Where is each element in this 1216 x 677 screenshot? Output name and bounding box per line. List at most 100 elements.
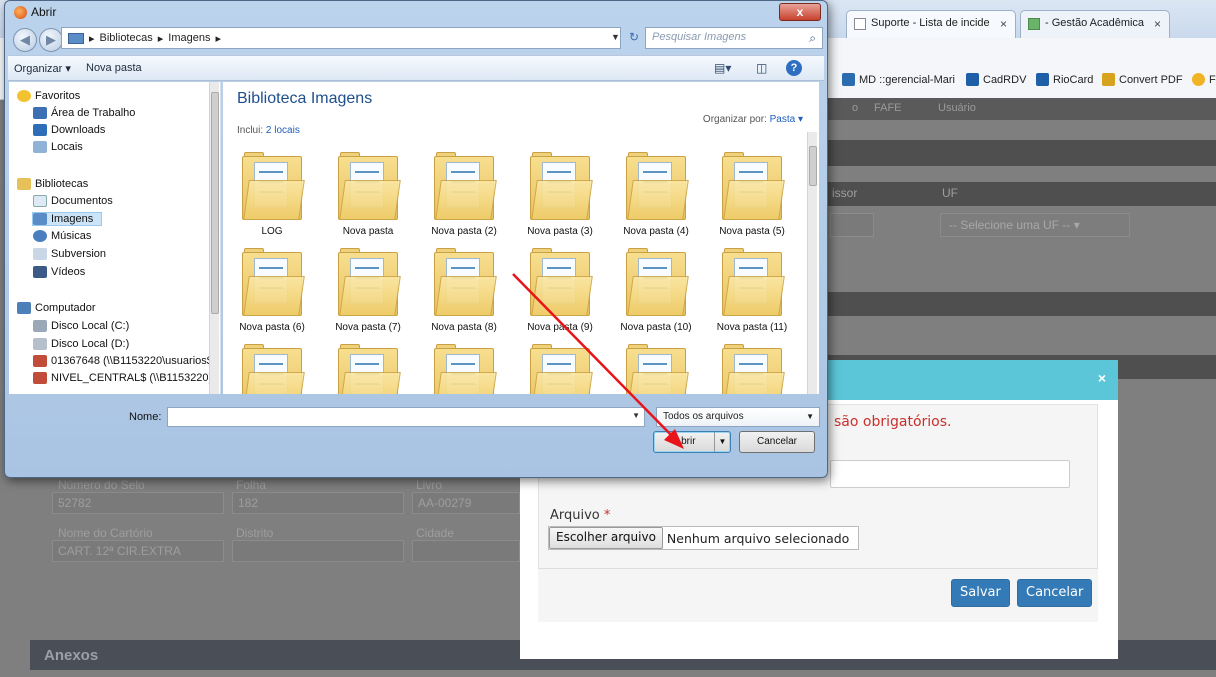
nav-item-fafe[interactable]: FAFE <box>874 102 902 114</box>
folder-icon <box>338 248 401 318</box>
close-tab-icon[interactable]: × <box>1000 17 1007 31</box>
nav-item[interactable]: o <box>852 102 858 114</box>
open-file-dialog: Abrir x ◀ ▶ ▸ Bibliotecas ▸ Imagens ▸ ▼ … <box>4 0 828 478</box>
star-icon <box>17 90 31 102</box>
nav-scrollbar[interactable] <box>209 82 219 394</box>
browser-tab-gestao[interactable]: - Gestão Acadêmica × <box>1020 10 1170 38</box>
nav-item-network-drive-1[interactable]: 01367648 (\\B1153220\usuarios$ <box>33 355 213 367</box>
breadcrumb-imagens[interactable]: Imagens <box>168 32 210 44</box>
cidade-input[interactable] <box>412 540 520 562</box>
browser-tab-suporte[interactable]: Suporte - Lista de incide × <box>846 10 1016 38</box>
dialog-toolbar: Organizar ▾ Nova pasta ▤▾ ◫ ? <box>8 55 824 81</box>
cancel-button[interactable]: Cancelar <box>1017 579 1093 607</box>
close-tab-icon[interactable]: × <box>1154 17 1161 31</box>
libraries-header[interactable]: Bibliotecas <box>17 178 88 190</box>
field-label: Cidade <box>416 526 455 540</box>
organize-menu[interactable]: Organizar ▾ <box>14 62 71 75</box>
close-icon[interactable]: x <box>779 3 821 21</box>
back-arrow-icon[interactable]: ◀ <box>13 28 37 52</box>
folder-item[interactable]: Nova pasta (7) <box>323 248 413 333</box>
help-icon[interactable]: ? <box>786 60 802 76</box>
close-icon[interactable]: × <box>1098 370 1106 386</box>
distrito-input[interactable] <box>232 540 404 562</box>
uf-select[interactable]: -- Selecione uma UF -- ▾ <box>940 213 1130 237</box>
folder-item[interactable] <box>707 344 797 394</box>
open-button[interactable]: Abrir ▼ <box>653 431 731 453</box>
search-icon[interactable]: ⌕ <box>809 31 816 46</box>
bookmark-convert-pdf[interactable]: Convert PDF <box>1102 73 1183 86</box>
new-folder-button[interactable]: Nova pasta <box>86 62 142 74</box>
folder-item[interactable]: Nova pasta (2) <box>419 152 509 237</box>
folder-icon <box>434 248 497 318</box>
nav-item-usuario[interactable]: Usuário <box>938 102 976 114</box>
nav-item-documentos[interactable]: Documentos <box>33 195 113 207</box>
bookmark-icon <box>1192 73 1205 86</box>
file-list-pane: Biblioteca Imagens Inclui: 2 locais Orga… <box>223 82 819 394</box>
folder-icon <box>434 344 497 394</box>
view-options-icon[interactable]: ▤▾ <box>714 61 731 75</box>
bookmark-md-gerencial[interactable]: MD ::gerencial-Mari <box>842 73 955 86</box>
open-split-dropdown-icon[interactable]: ▼ <box>714 432 730 452</box>
folder-icon <box>530 344 593 394</box>
folder-icon <box>722 152 785 222</box>
background-input[interactable] <box>830 213 874 237</box>
folder-item[interactable]: Nova pasta <box>323 152 413 237</box>
disk-icon <box>33 320 47 332</box>
breadcrumb-bibliotecas[interactable]: Bibliotecas <box>100 32 153 44</box>
section-band <box>820 140 1216 166</box>
folder-item[interactable]: Nova pasta (9) <box>515 248 605 333</box>
computer-header[interactable]: Computador <box>17 302 96 314</box>
filename-dropdown-icon[interactable]: ▼ <box>632 411 640 420</box>
folder-item[interactable] <box>515 344 605 394</box>
bookmark-f[interactable]: F <box>1192 73 1216 86</box>
nav-item-disk-c[interactable]: Disco Local (C:) <box>33 320 129 332</box>
nav-item-disk-d[interactable]: Disco Local (D:) <box>33 338 129 350</box>
filename-input[interactable]: ▼ <box>167 407 645 427</box>
nav-item-videos[interactable]: Vídeos <box>33 266 85 278</box>
nav-item-musicas[interactable]: Músicas <box>33 230 91 242</box>
bookmark-cadrdv[interactable]: CadRDV <box>966 73 1026 86</box>
sort-control: Organizar por: Pasta ▾ <box>702 114 803 125</box>
refresh-icon[interactable]: ↻ <box>623 27 645 49</box>
nav-item-desktop[interactable]: Área de Trabalho <box>33 107 135 119</box>
no-file-text: Nenhum arquivo selecionado <box>666 530 850 546</box>
favorites-header[interactable]: Favoritos <box>17 90 80 102</box>
preview-pane-icon[interactable]: ◫ <box>756 61 767 75</box>
nav-item-locais[interactable]: Locais <box>33 141 83 153</box>
nav-scrollbar-thumb[interactable] <box>211 92 219 314</box>
locations-link[interactable]: 2 locais <box>266 125 300 136</box>
folder-item[interactable] <box>611 344 701 394</box>
folder-item[interactable]: Nova pasta (4) <box>611 152 701 237</box>
search-input[interactable]: Pesquisar Imagens ⌕ <box>645 27 823 49</box>
folder-item[interactable] <box>419 344 509 394</box>
folder-icon <box>434 152 497 222</box>
file-list-scrollbar-thumb[interactable] <box>809 146 817 186</box>
modal-text-input[interactable] <box>830 460 1070 488</box>
forward-arrow-icon[interactable]: ▶ <box>39 28 63 52</box>
folder-item[interactable]: Nova pasta (8) <box>419 248 509 333</box>
folder-item[interactable] <box>323 344 413 394</box>
field-label: Distrito <box>236 526 274 540</box>
nav-item-subversion[interactable]: Subversion <box>33 248 106 260</box>
nav-item-downloads[interactable]: Downloads <box>33 124 105 136</box>
bookmark-riocard[interactable]: RioCard <box>1036 73 1093 86</box>
folder-item[interactable]: LOG <box>227 152 317 237</box>
save-button[interactable]: Salvar <box>951 579 1010 607</box>
folder-item[interactable] <box>227 344 317 394</box>
choose-file-button[interactable]: Escolher arquivo <box>549 527 663 549</box>
address-dropdown-icon[interactable]: ▼ <box>611 32 620 42</box>
cancel-dialog-button[interactable]: Cancelar <box>739 431 815 453</box>
file-type-select[interactable]: Todos os arquivos ▼ <box>656 407 820 427</box>
file-input[interactable]: Escolher arquivo Nenhum arquivo selecion… <box>548 526 859 550</box>
file-list-scrollbar[interactable] <box>807 132 817 394</box>
folder-item[interactable]: Nova pasta (3) <box>515 152 605 237</box>
folder-item[interactable]: Nova pasta (11) <box>707 248 797 333</box>
sort-dropdown[interactable]: Pasta ▾ <box>770 114 803 125</box>
address-bar[interactable]: ▸ Bibliotecas ▸ Imagens ▸ <box>61 27 621 49</box>
nav-item-imagens[interactable]: Imagens <box>31 212 103 226</box>
folder-item[interactable]: Nova pasta (5) <box>707 152 797 237</box>
nav-item-network-drive-2[interactable]: NIVEL_CENTRAL$ (\\B1153220) ( <box>33 372 219 384</box>
folder-icon <box>626 152 689 222</box>
folder-item[interactable]: Nova pasta (10) <box>611 248 701 333</box>
folder-item[interactable]: Nova pasta (6) <box>227 248 317 333</box>
